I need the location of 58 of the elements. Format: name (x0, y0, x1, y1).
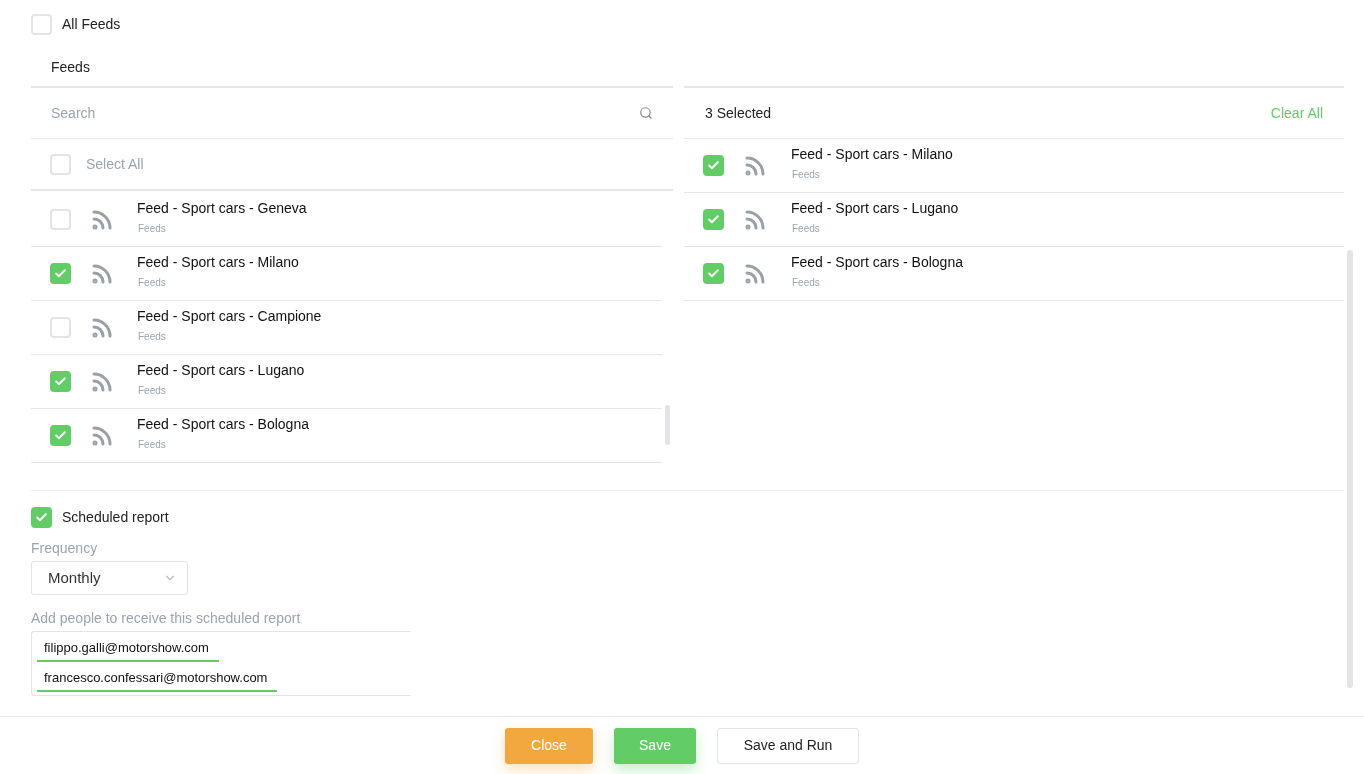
rss-icon (743, 262, 767, 286)
checkbox[interactable] (50, 209, 71, 230)
search-field[interactable]: Search (51, 102, 639, 124)
feed-type: Feeds (792, 222, 821, 236)
rss-icon (90, 262, 114, 286)
rss-icon (90, 424, 114, 448)
check-icon (35, 511, 48, 524)
rss-icon (743, 154, 767, 178)
scheduled-report-label: Scheduled report (62, 508, 169, 527)
page-scrollbar-thumb[interactable] (1347, 250, 1353, 688)
section-title: Feeds (51, 57, 90, 77)
feed-type: Feeds (792, 276, 821, 290)
feed-name: Feed - Sport cars - Bologna (137, 415, 309, 434)
feed-type: Feeds (138, 330, 167, 344)
checkbox[interactable] (50, 153, 71, 175)
check-icon (54, 429, 67, 442)
email-chip[interactable]: francesco.confessari@motorshow.com (37, 666, 278, 692)
feed-type: Feeds (138, 438, 167, 452)
all-feeds-label: All Feeds (62, 14, 121, 34)
recipients-field[interactable]: filippo.galli@motorshow.com francesco.confessari@motorshow.com (31, 631, 411, 696)
checkbox[interactable] (50, 317, 71, 338)
feed-type: Feeds (138, 222, 167, 236)
checkbox[interactable] (50, 371, 71, 392)
checkbox[interactable] (31, 13, 52, 35)
check-icon (707, 213, 720, 226)
checkbox[interactable] (50, 425, 71, 446)
checkbox[interactable] (50, 263, 71, 284)
search-icon (639, 106, 653, 120)
select-all-label: Select All (86, 154, 144, 174)
frequency-select[interactable]: Monthly (31, 561, 188, 595)
feed-name: Feed - Sport cars - Geneva (137, 199, 307, 218)
feed-name: Feed - Sport cars - Bologna (791, 253, 963, 272)
feed-name: Feed - Sport cars - Lugano (791, 199, 959, 218)
feed-type: Feeds (138, 276, 167, 290)
feed-name: Feed - Sport cars - Lugano (137, 361, 305, 380)
checkbox[interactable] (703, 263, 724, 284)
rss-icon (90, 370, 114, 394)
check-icon (707, 267, 720, 280)
feed-type: Feeds (792, 168, 821, 182)
frequency-label: Frequency (31, 539, 99, 558)
email-chip[interactable]: filippo.galli@motorshow.com (37, 636, 219, 662)
check-icon (707, 159, 720, 172)
selected-count: 3 Selected (705, 103, 772, 123)
rss-icon (743, 208, 767, 232)
check-icon (54, 267, 67, 280)
rss-icon (90, 208, 114, 232)
scrollbar-thumb[interactable] (665, 405, 670, 445)
feed-name: Feed - Sport cars - Milano (137, 253, 299, 272)
recipients-label: Add people to receive this scheduled report (31, 609, 302, 628)
checkbox[interactable] (703, 155, 724, 176)
feed-type: Feeds (138, 384, 167, 398)
checkbox[interactable] (703, 209, 724, 230)
feed-name: Feed - Sport cars - Campione (137, 307, 322, 326)
feed-name: Feed - Sport cars - Milano (791, 145, 953, 164)
rss-icon (90, 316, 114, 340)
checkbox[interactable] (31, 507, 52, 528)
check-icon (54, 375, 67, 388)
save-and-run-button[interactable]: Save and Run (717, 727, 859, 764)
